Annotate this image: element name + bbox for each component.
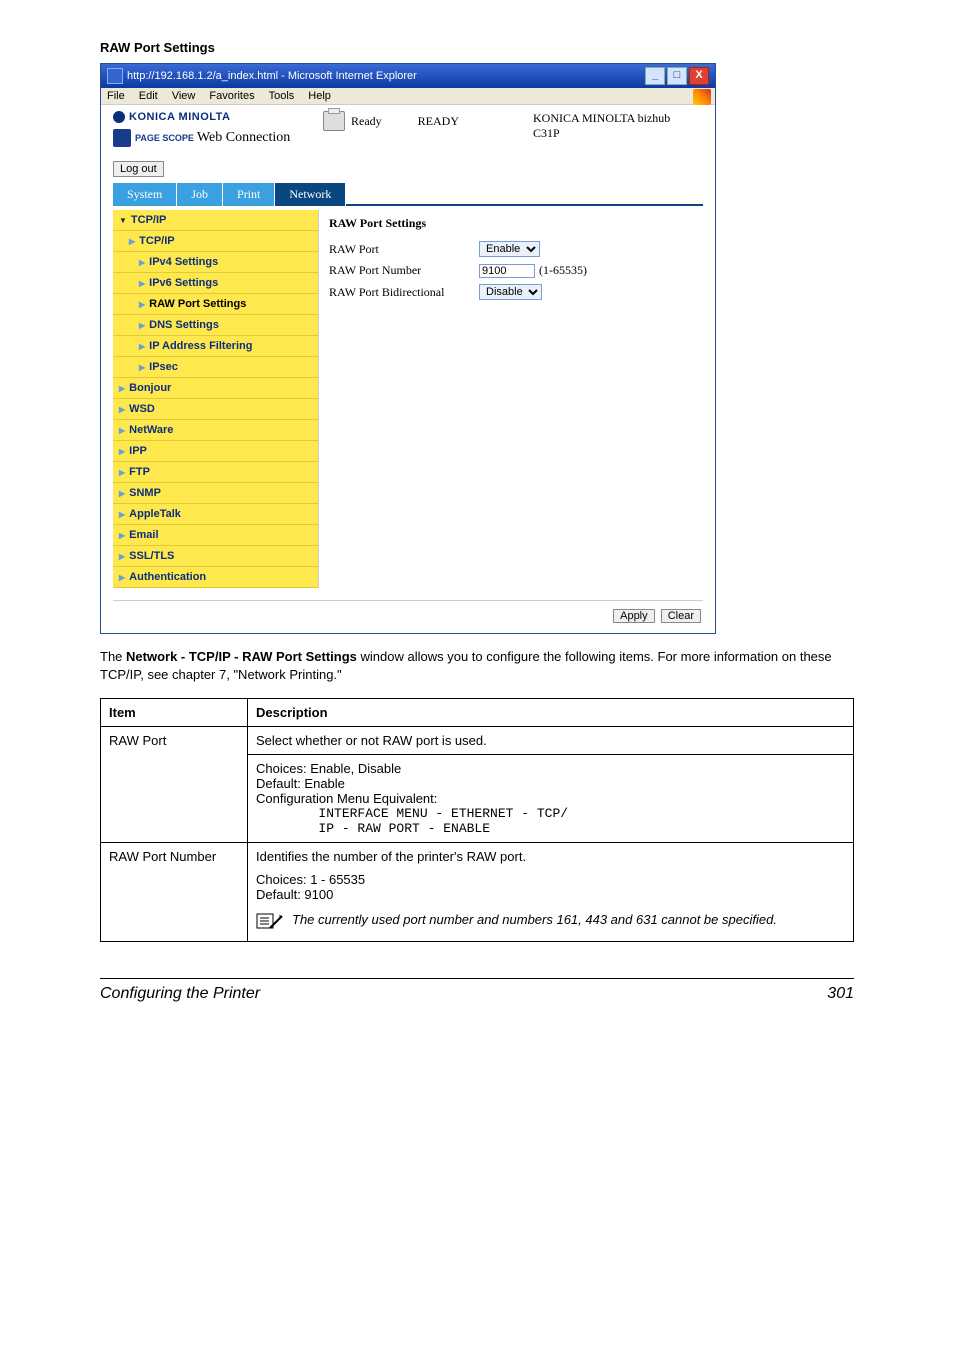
rawport-bidir-label: RAW Port Bidirectional: [329, 285, 479, 300]
description-paragraph: The Network - TCP/IP - RAW Port Settings…: [100, 648, 854, 684]
model-line2: C31P: [533, 126, 703, 141]
sidebar-item-snmp[interactable]: ▶SNMP: [113, 483, 318, 504]
triangle-icon: ▶: [119, 489, 125, 498]
menu-tools[interactable]: Tools: [269, 90, 295, 102]
th-item: Item: [101, 699, 248, 727]
logout-button[interactable]: Log out: [113, 161, 164, 177]
triangle-icon: ▶: [139, 279, 145, 288]
pagescope-small: PAGE SCOPE: [135, 133, 194, 143]
triangle-icon: ▶: [139, 342, 145, 351]
triangle-icon: ▶: [119, 573, 125, 582]
rawport-number-label: RAW Port Number: [329, 263, 479, 278]
divider: [113, 600, 703, 601]
tab-system[interactable]: System: [113, 183, 177, 206]
sidebar-item-ipv4[interactable]: ▶IPv4 Settings: [113, 252, 318, 273]
menu-help[interactable]: Help: [308, 90, 331, 102]
sidebar-item-ipv6[interactable]: ▶IPv6 Settings: [113, 273, 318, 294]
footer-left: Configuring the Printer: [100, 985, 260, 1003]
triangle-icon: ▶: [139, 321, 145, 330]
nav-tabs: System Job Print Network: [113, 183, 703, 206]
brand-logo: KONICA MINOLTA: [113, 111, 323, 123]
sidebar-item-wsd[interactable]: ▶WSD: [113, 399, 318, 420]
sidebar-item-bonjour[interactable]: ▶Bonjour: [113, 378, 318, 399]
triangle-icon: ▶: [119, 405, 125, 414]
triangle-icon: ▶: [119, 468, 125, 477]
triangle-icon: ▶: [129, 237, 135, 246]
sidebar-item-ftp[interactable]: ▶FTP: [113, 462, 318, 483]
pane-heading: RAW Port Settings: [329, 216, 697, 231]
apply-button[interactable]: Apply: [613, 609, 655, 623]
sidebar-item-ssltls[interactable]: ▶SSL/TLS: [113, 546, 318, 567]
menu-favorites[interactable]: Favorites: [209, 90, 254, 102]
footer-page-number: 301: [827, 985, 854, 1003]
pagescope-icon: [113, 129, 131, 147]
row2-item: RAW Port Number: [101, 843, 248, 942]
sidebar-item-tcpip-root[interactable]: ▼TCP/IP: [113, 210, 318, 231]
triangle-icon: ▶: [139, 258, 145, 267]
menu-view[interactable]: View: [172, 90, 196, 102]
ie-favicon: [107, 68, 123, 84]
row2-desc: Identifies the number of the printer's R…: [248, 843, 854, 942]
sidebar-item-dns[interactable]: ▶DNS Settings: [113, 315, 318, 336]
brand-logo-icon: [113, 111, 125, 123]
menu-edit[interactable]: Edit: [139, 90, 158, 102]
row1-desc2: Choices: Enable, Disable Default: Enable…: [248, 755, 854, 843]
ie-titlebar: http://192.168.1.2/a_index.html - Micros…: [101, 64, 715, 88]
sidebar-item-ipfilter[interactable]: ▶IP Address Filtering: [113, 336, 318, 357]
note-text: The currently used port number and numbe…: [292, 912, 845, 927]
triangle-icon: ▶: [119, 426, 125, 435]
ie-title: http://192.168.1.2/a_index.html - Micros…: [127, 70, 417, 82]
rawport-number-range: (1-65535): [539, 263, 587, 278]
pagescope-text: Web Connection: [197, 130, 290, 145]
sidebar-item-ipp[interactable]: ▶IPP: [113, 441, 318, 462]
triangle-icon: ▶: [139, 363, 145, 372]
sidebar-item-auth[interactable]: ▶Authentication: [113, 567, 318, 588]
sidebar-item-ipsec[interactable]: ▶IPsec: [113, 357, 318, 378]
chevron-down-icon: ▼: [119, 216, 127, 225]
note-icon: [256, 912, 284, 935]
window-maximize-button[interactable]: □: [667, 67, 687, 85]
sidebar-item-netware[interactable]: ▶NetWare: [113, 420, 318, 441]
brand-text: KONICA MINOLTA: [129, 111, 231, 123]
page-footer: Configuring the Printer 301: [100, 978, 854, 1003]
triangle-icon: ▶: [119, 384, 125, 393]
sidebar-item-rawport[interactable]: ▶RAW Port Settings: [113, 294, 318, 315]
description-table: Item Description RAW Port Select whether…: [100, 698, 854, 942]
ie-throbber-icon: [693, 89, 711, 105]
tab-job[interactable]: Job: [177, 183, 223, 206]
th-description: Description: [248, 699, 854, 727]
sidebar-item-appletalk[interactable]: ▶AppleTalk: [113, 504, 318, 525]
ie-menubar: File Edit View Favorites Tools Help: [101, 88, 715, 105]
section-title: RAW Port Settings: [100, 40, 854, 55]
row1-item: RAW Port: [101, 727, 248, 843]
window-close-button[interactable]: X: [689, 67, 709, 85]
sidebar-item-tcpip[interactable]: ▶TCP/IP: [113, 231, 318, 252]
tab-network[interactable]: Network: [275, 183, 346, 206]
row1-desc1: Select whether or not RAW port is used.: [248, 727, 854, 755]
rawport-label: RAW Port: [329, 242, 479, 257]
menu-file[interactable]: File: [107, 90, 125, 102]
sidebar: ▼TCP/IP ▶TCP/IP ▶IPv4 Settings ▶IPv6 Set…: [113, 210, 318, 588]
printer-icon: [323, 111, 345, 131]
status-label: Ready: [351, 114, 382, 129]
triangle-icon: ▶: [119, 531, 125, 540]
window-minimize-button[interactable]: _: [645, 67, 665, 85]
status-value: READY: [418, 114, 459, 129]
rawport-select[interactable]: Enable: [479, 241, 540, 257]
rawport-number-input[interactable]: [479, 264, 535, 278]
content-pane: RAW Port Settings RAW Port Enable RAW Po…: [318, 210, 703, 588]
rawport-bidir-select[interactable]: Disable: [479, 284, 542, 300]
sidebar-item-email[interactable]: ▶Email: [113, 525, 318, 546]
ie-window: http://192.168.1.2/a_index.html - Micros…: [100, 63, 716, 634]
triangle-icon: ▶: [119, 447, 125, 456]
model-line1: KONICA MINOLTA bizhub: [533, 111, 703, 126]
triangle-icon: ▶: [119, 510, 125, 519]
triangle-icon: ▶: [139, 300, 145, 309]
tab-print[interactable]: Print: [223, 183, 275, 206]
clear-button[interactable]: Clear: [661, 609, 701, 623]
triangle-icon: ▶: [119, 552, 125, 561]
